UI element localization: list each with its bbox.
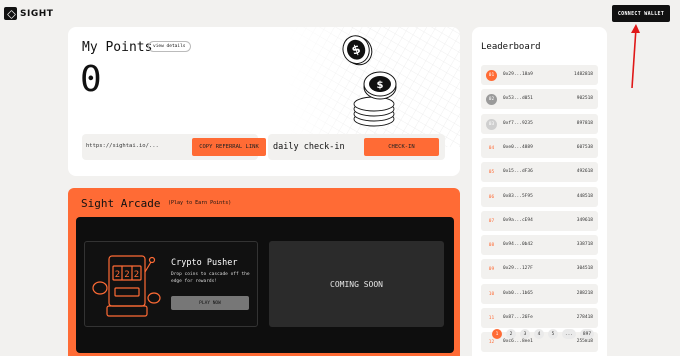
arcade-title: Sight Arcade [81, 197, 161, 210]
page-button[interactable]: 2 [506, 329, 516, 339]
leaderboard-rank: 03 [486, 118, 497, 130]
red-arrow-annotation [631, 24, 640, 89]
copy-referral-button[interactable]: COPY REFERRAL LINK [192, 138, 266, 156]
leaderboard-rank: 07 [488, 218, 495, 224]
leaderboard-row: 07 0x9a...cE94 349618 [481, 210, 598, 231]
leaderboard-rank: 11 [488, 316, 495, 321]
leaderboard-row: 08 0x94...0b42 338718 [481, 235, 598, 256]
referral-url: https://sightai.io/... [86, 143, 159, 149]
leaderboard-row: 11 0x87...26Fe 278418 [481, 308, 598, 328]
leaderboard-address: 0xf7...9235 [503, 120, 533, 126]
leaderboard-rank: 05 [488, 170, 495, 176]
page-button[interactable]: 3 [520, 329, 530, 339]
leaderboard-rank: 04 [488, 145, 495, 151]
leaderboard-row: 01 0x29...18a9 1482818 [481, 65, 598, 85]
leaderboard-score: 448518 [576, 193, 593, 199]
leaderboard-address: 0x87...26Fe [503, 315, 533, 320]
connect-wallet-button[interactable]: CONNECT WALLET [612, 5, 670, 22]
checkin-box: daily check-in CHECK-IN [268, 134, 445, 160]
coming-soon-card: COMING SOON [269, 241, 444, 327]
leaderboard-row: 05 0x15...dF36 492618 [481, 162, 598, 183]
leaderboard-score: 492618 [576, 169, 593, 175]
leaderboard-address: 0x94...0b42 [503, 242, 533, 248]
leaderboard-score: 607538 [576, 144, 593, 150]
leaderboard-rank: 01 [486, 70, 497, 81]
leaderboard-row: 09 0x29...127F 304518 [481, 259, 598, 280]
leaderboard-rank: 06 [488, 194, 495, 200]
top-bar: SIGHT CONNECT WALLET [0, 0, 680, 28]
page-button: ... [562, 329, 576, 339]
pagination: 1 2 3 4 5... 897 [492, 329, 594, 339]
slot-machine-icon: 2 2 2 [92, 255, 161, 317]
coins-illustration: $ $ [342, 35, 397, 127]
leaderboard-address: 0x9a...cE94 [503, 217, 533, 223]
svg-text:$: $ [377, 80, 384, 91]
leaderboard-score: 278418 [576, 315, 593, 320]
leaderboard-score: 349618 [576, 217, 593, 223]
leaderboard-score: 1482818 [574, 72, 593, 77]
play-now-button[interactable]: PLAY NOW [171, 296, 249, 310]
leaderboard-score: 288218 [576, 290, 593, 296]
arcade-panel: Sight Arcade (Play to Earn Points) 2 2 2… [68, 188, 460, 356]
checkin-button[interactable]: CHECK-IN [364, 138, 439, 156]
page-button[interactable]: 1 [492, 329, 502, 339]
arcade-games-area: 2 2 2 Crypto Pusher Drop coins to cascad… [76, 217, 454, 353]
leaderboard-address: 0x29...127F [503, 266, 533, 272]
leaderboard-address: 0xc6...8ee1 [503, 339, 533, 345]
view-details-button[interactable]: view details [148, 41, 191, 52]
leaderboard-row: 04 0xe0...4889 607538 [481, 137, 598, 158]
brand-logo[interactable]: SIGHT [4, 7, 53, 20]
checkin-label: daily check-in [273, 142, 345, 152]
brand-name: SIGHT [20, 8, 54, 19]
leaderboard-rank: 08 [488, 243, 495, 249]
leaderboard-score: 897818 [576, 120, 593, 126]
points-value: 0 [80, 59, 102, 100]
svg-text:2: 2 [124, 270, 129, 280]
logo-icon [4, 7, 17, 20]
points-title: My Points [82, 40, 153, 55]
leaderboard-address: 0x15...dF36 [503, 169, 533, 175]
game-card-crypto-pusher[interactable]: 2 2 2 Crypto Pusher Drop coins to cascad… [84, 241, 258, 327]
svg-text:2: 2 [134, 270, 139, 280]
page-button[interactable]: 897 [580, 329, 594, 339]
svg-text:2: 2 [115, 270, 120, 280]
leaderboard-title: Leaderboard [481, 42, 541, 52]
leaderboard-score: 304518 [576, 266, 593, 272]
page-button[interactable]: 4 [534, 329, 544, 339]
leaderboard-score: 902518 [576, 96, 593, 102]
leaderboard-row: 06 0x83...5F95 448518 [481, 186, 598, 207]
leaderboard-score: 255818 [576, 339, 593, 345]
leaderboard-row: 10 0xb0...1b65 288218 [481, 283, 598, 304]
leaderboard-rank: 02 [486, 94, 497, 106]
leaderboard-address: 0x83...5F95 [503, 193, 533, 199]
leaderboard-score: 338718 [576, 242, 593, 248]
arcade-subtitle: (Play to Earn Points) [168, 200, 232, 206]
leaderboard-row: 03 0xf7...9235 897818 [481, 113, 598, 134]
leaderboard-address: 0xb0...1b65 [503, 290, 533, 296]
game-title: Crypto Pusher [171, 258, 238, 268]
leaderboard-rank: 09 [488, 267, 495, 273]
leaderboard-address: 0xe0...4889 [503, 144, 533, 150]
referral-box: https://sightai.io/... COPY REFERRAL LIN… [82, 134, 266, 160]
points-card: $ $ My Points view details 0 https://sig… [68, 27, 460, 176]
leaderboard-card: Leaderboard 01 0x29...18a9 1482818 02 0x53..… [472, 27, 607, 356]
page-button[interactable]: 5 [548, 329, 558, 339]
leaderboard-rank: 10 [488, 291, 495, 297]
leaderboard-address: 0x53...d051 [503, 96, 533, 102]
leaderboard-address: 0x29...18a9 [503, 72, 533, 77]
leaderboard-row: 02 0x53...d051 902518 [481, 89, 598, 110]
game-description: Drop coins to cascade off the edge for r… [171, 272, 250, 284]
